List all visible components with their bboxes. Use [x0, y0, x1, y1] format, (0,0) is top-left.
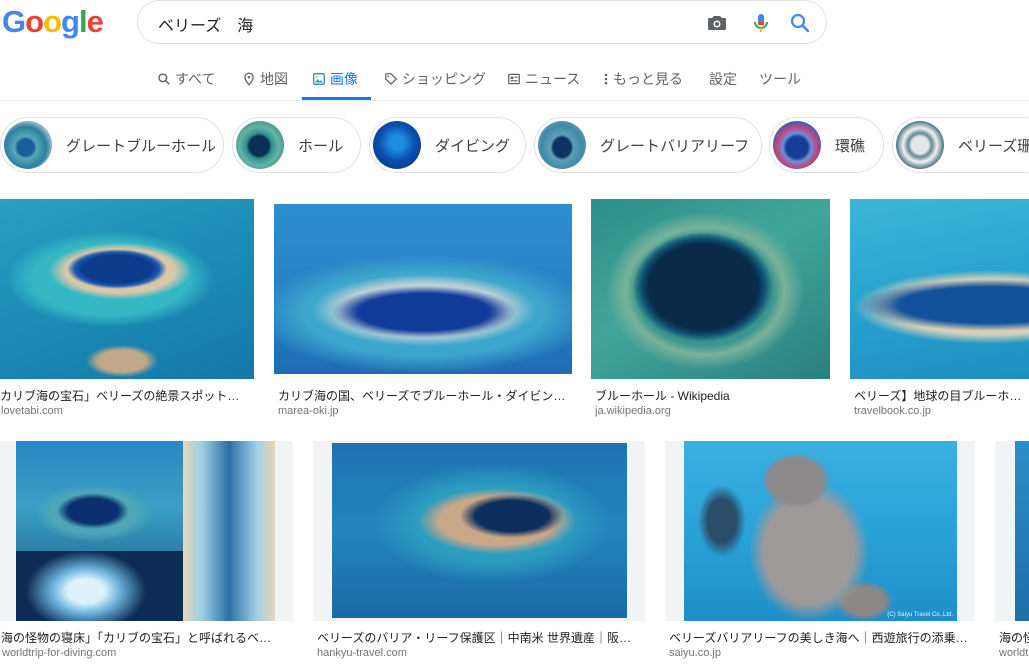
image-result-caption[interactable]: 海の怪 worldt [995, 621, 1029, 670]
image-icon [313, 73, 325, 85]
chip-label: ホール [298, 137, 344, 155]
search-icon[interactable] [788, 11, 812, 35]
tab-more[interactable]: もっと見る [603, 60, 683, 98]
image-result[interactable]: ブルーホール - Wikipedia ja.wikipedia.org [591, 199, 831, 421]
result-title[interactable]: 海の怪物の寝床」「カリブの宝石」と呼ばれるベ… [1, 629, 289, 646]
image-result[interactable] [995, 441, 1029, 621]
tab-label: ニュース [525, 71, 581, 87]
result-title[interactable]: ベリーズバリアリーフの美しき海へ｜西遊旅行の添乗… [669, 629, 971, 646]
news-icon [508, 73, 520, 85]
logo-letter: g [61, 4, 80, 39]
result-title[interactable]: ベリーズのバリア・リーフ保護区｜中南米 世界遺産｜阪… [317, 629, 637, 646]
search-box[interactable]: ベリーズ 海 [137, 0, 827, 44]
more-vert-icon [604, 73, 608, 85]
image-result[interactable] [0, 441, 293, 621]
search-tabs: すべて 地図 画像 ショッピング ニュース もっと見る 設定 ツール [0, 60, 1029, 100]
logo-letter: o [43, 4, 62, 39]
result-image [183, 441, 275, 621]
chip-thumbnail [896, 121, 944, 169]
result-title[interactable]: ブルーホール - Wikipedia [595, 387, 827, 404]
tab-settings[interactable]: 設定 [709, 60, 737, 98]
image-result-caption[interactable]: ベリーズのバリア・リーフ保護区｜中南米 世界遺産｜阪… hankyu-trave… [313, 621, 645, 670]
result-title[interactable]: ベリーズ】地球の目ブルーホール [854, 387, 1029, 404]
result-image [16, 551, 183, 621]
chip-thumbnail [373, 121, 421, 169]
tab-maps[interactable]: 地図 [242, 60, 288, 98]
chip-label: グレートブルーホール [66, 137, 217, 155]
result-source: travelbook.co.jp [854, 405, 932, 417]
chip-thumbnail [4, 121, 52, 169]
result-source: lovetabi.com [1, 405, 63, 417]
result-source: saiyu.co.jp [669, 647, 721, 659]
chip-label: ベリーズ珊瑚 [958, 137, 1029, 155]
chip-label: グレートバリアリーフ [600, 137, 750, 155]
result-source: worldt [999, 647, 1029, 659]
tab-label: もっと見る [613, 71, 683, 87]
tab-label: ショッピング [402, 71, 486, 87]
result-image [1015, 441, 1029, 621]
search-icon [158, 73, 170, 85]
chip-thumbnail [236, 121, 284, 169]
tab-label: すべて [175, 71, 216, 87]
chip-atoll[interactable]: 環礁 [769, 117, 884, 173]
chip-belize-coral[interactable]: ベリーズ珊瑚 [892, 117, 1029, 173]
result-image [16, 441, 183, 551]
result-source: worldtrip-for-diving.com [2, 647, 117, 659]
result-image [0, 199, 254, 379]
tag-icon [385, 73, 398, 86]
image-result-caption[interactable]: 海の怪物の寝床」「カリブの宝石」と呼ばれるベ… worldtrip-for-di… [0, 621, 293, 670]
chip-thumbnail [538, 121, 586, 169]
result-image [332, 443, 627, 618]
result-source: marea-oki.jp [278, 405, 339, 417]
image-result[interactable]: カリブ海の宝石」ベリーズの絶景スポット… lovetabi.com [0, 199, 254, 421]
chip-hole[interactable]: ホール [232, 117, 361, 173]
chip-label: 環礁 [835, 137, 866, 155]
chip-great-blue-hole[interactable]: グレートブルーホール [0, 117, 224, 173]
google-logo[interactable]: Google [2, 3, 104, 41]
tab-news[interactable]: ニュース [507, 60, 580, 98]
logo-letter: G [2, 4, 26, 39]
logo-letter: e [86, 4, 104, 39]
tab-label: 設定 [709, 71, 737, 87]
result-title[interactable]: カリブ海の宝石」ベリーズの絶景スポット… [0, 387, 248, 404]
tab-all[interactable]: すべて [157, 60, 215, 98]
mic-icon[interactable] [749, 11, 773, 35]
tab-label: 地図 [260, 71, 288, 87]
result-image [850, 199, 1029, 379]
result-image [591, 199, 830, 379]
image-credit: (C) Saiyu Travel Co.,Ltd. [887, 612, 953, 618]
image-result-caption[interactable]: ベリーズバリアリーフの美しき海へ｜西遊旅行の添乗… saiyu.co.jp [665, 621, 975, 670]
result-title[interactable]: カリブ海の国、ベリーズでブルーホール・ダイビン… [278, 387, 568, 404]
image-result[interactable] [313, 441, 645, 621]
camera-icon[interactable] [705, 11, 729, 35]
result-image [684, 441, 957, 621]
tab-tools[interactable]: ツール [759, 60, 801, 98]
image-result[interactable]: ベリーズ】地球の目ブルーホール travelbook.co.jp [850, 199, 1029, 421]
map-pin-icon [244, 72, 254, 86]
image-result[interactable]: カリブ海の国、ベリーズでブルーホール・ダイビン… marea-oki.jp [274, 199, 572, 421]
search-input[interactable]: ベリーズ 海 [158, 12, 253, 36]
image-result[interactable]: (C) Saiyu Travel Co.,Ltd. [665, 441, 975, 621]
chip-diving[interactable]: ダイビング [369, 117, 526, 173]
chip-great-barrier-reef[interactable]: グレートバリアリーフ [534, 117, 762, 173]
chip-thumbnail [773, 121, 821, 169]
result-title[interactable]: 海の怪 [999, 629, 1029, 646]
result-source: ja.wikipedia.org [595, 405, 671, 417]
header-divider [0, 100, 1029, 101]
tab-label: ツール [759, 71, 801, 87]
result-image [274, 204, 572, 374]
tab-label: 画像 [330, 71, 358, 87]
result-source: hankyu-travel.com [317, 647, 407, 659]
logo-letter: l [78, 4, 88, 39]
chip-label: ダイビング [435, 137, 511, 155]
logo-letter: o [25, 4, 44, 39]
tab-shopping[interactable]: ショッピング [384, 60, 486, 98]
tab-images[interactable]: 画像 [312, 60, 358, 98]
